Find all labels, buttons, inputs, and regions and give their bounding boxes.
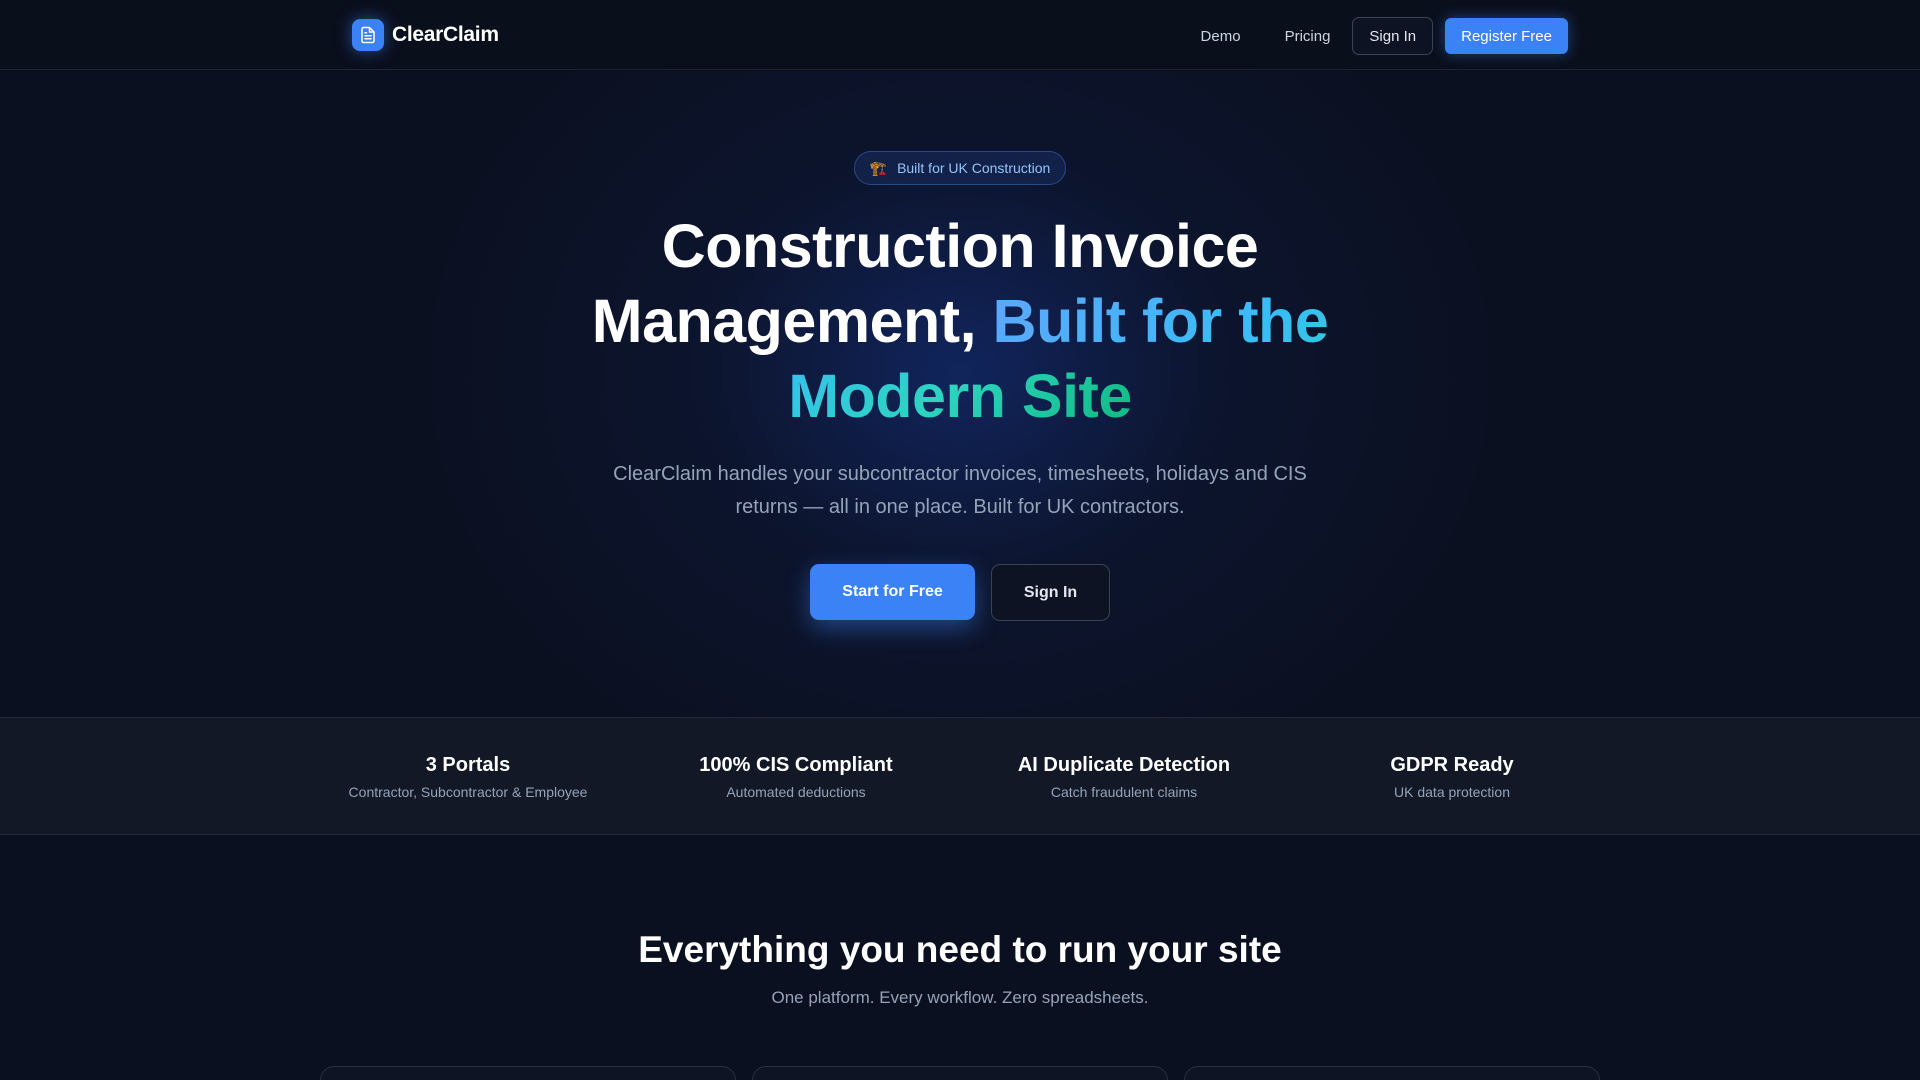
stat-title: 3 Portals	[425, 754, 511, 776]
features-title: Everything you need to run your site	[638, 929, 1282, 970]
nav-pricing-link[interactable]: Pricing	[1263, 18, 1353, 54]
features-subtitle: One platform. Every workflow. Zero sprea…	[771, 988, 1149, 1007]
hero-badge: 🏗️ Built for UK Construction	[854, 151, 1066, 185]
brand-name: ClearClaim	[392, 23, 499, 46]
hero-cta-row: Start for Free Sign In	[810, 564, 1110, 621]
stat-title: 100% CIS Compliant	[699, 754, 893, 776]
stat-description: Contractor, Subcontractor & Employee	[348, 784, 588, 800]
stat-description: Catch fraudulent claims	[1050, 784, 1198, 800]
brand[interactable]: ClearClaim	[352, 19, 499, 51]
stat-title: GDPR Ready	[1390, 754, 1514, 776]
stat-description: Automated deductions	[726, 784, 866, 800]
nav-register-button[interactable]: Register Free	[1445, 18, 1568, 54]
stat-title: AI Duplicate Detection	[1017, 754, 1231, 776]
hero-sign-in-button[interactable]: Sign In	[991, 564, 1110, 621]
stat-item: 3 Portals Contractor, Subcontractor & Em…	[318, 753, 618, 801]
top-nav: ClearClaim Demo Pricing Sign In Register…	[0, 0, 1920, 70]
stats-strip: 3 Portals Contractor, Subcontractor & Em…	[0, 717, 1920, 835]
stat-item: 100% CIS Compliant Automated deductions	[646, 753, 946, 801]
nav-sign-in-button[interactable]: Sign In	[1352, 17, 1434, 55]
feature-card	[1184, 1066, 1600, 1080]
document-icon	[352, 19, 384, 51]
hero-badge-label: Built for UK Construction	[897, 160, 1051, 176]
stat-description: UK data protection	[1394, 784, 1510, 800]
nav-demo-link[interactable]: Demo	[1179, 18, 1263, 54]
hero-headline: Construction Invoice Management, Built f…	[560, 209, 1360, 434]
hero-section: 🏗️ Built for UK Construction Constructio…	[0, 71, 1920, 717]
nav-links: Demo Pricing Sign In Register Free	[1179, 17, 1568, 55]
hero-subtitle: ClearClaim handles your subcontractor in…	[613, 463, 1307, 518]
landing-page: ClearClaim Demo Pricing Sign In Register…	[0, 0, 1920, 1080]
construction-crane-icon: 🏗️	[869, 159, 888, 176]
start-for-free-button[interactable]: Start for Free	[810, 564, 975, 620]
feature-card	[320, 1066, 736, 1080]
stat-item: GDPR Ready UK data protection	[1302, 753, 1602, 801]
stat-item: AI Duplicate Detection Catch fraudulent …	[974, 753, 1274, 801]
feature-card	[752, 1066, 1168, 1080]
